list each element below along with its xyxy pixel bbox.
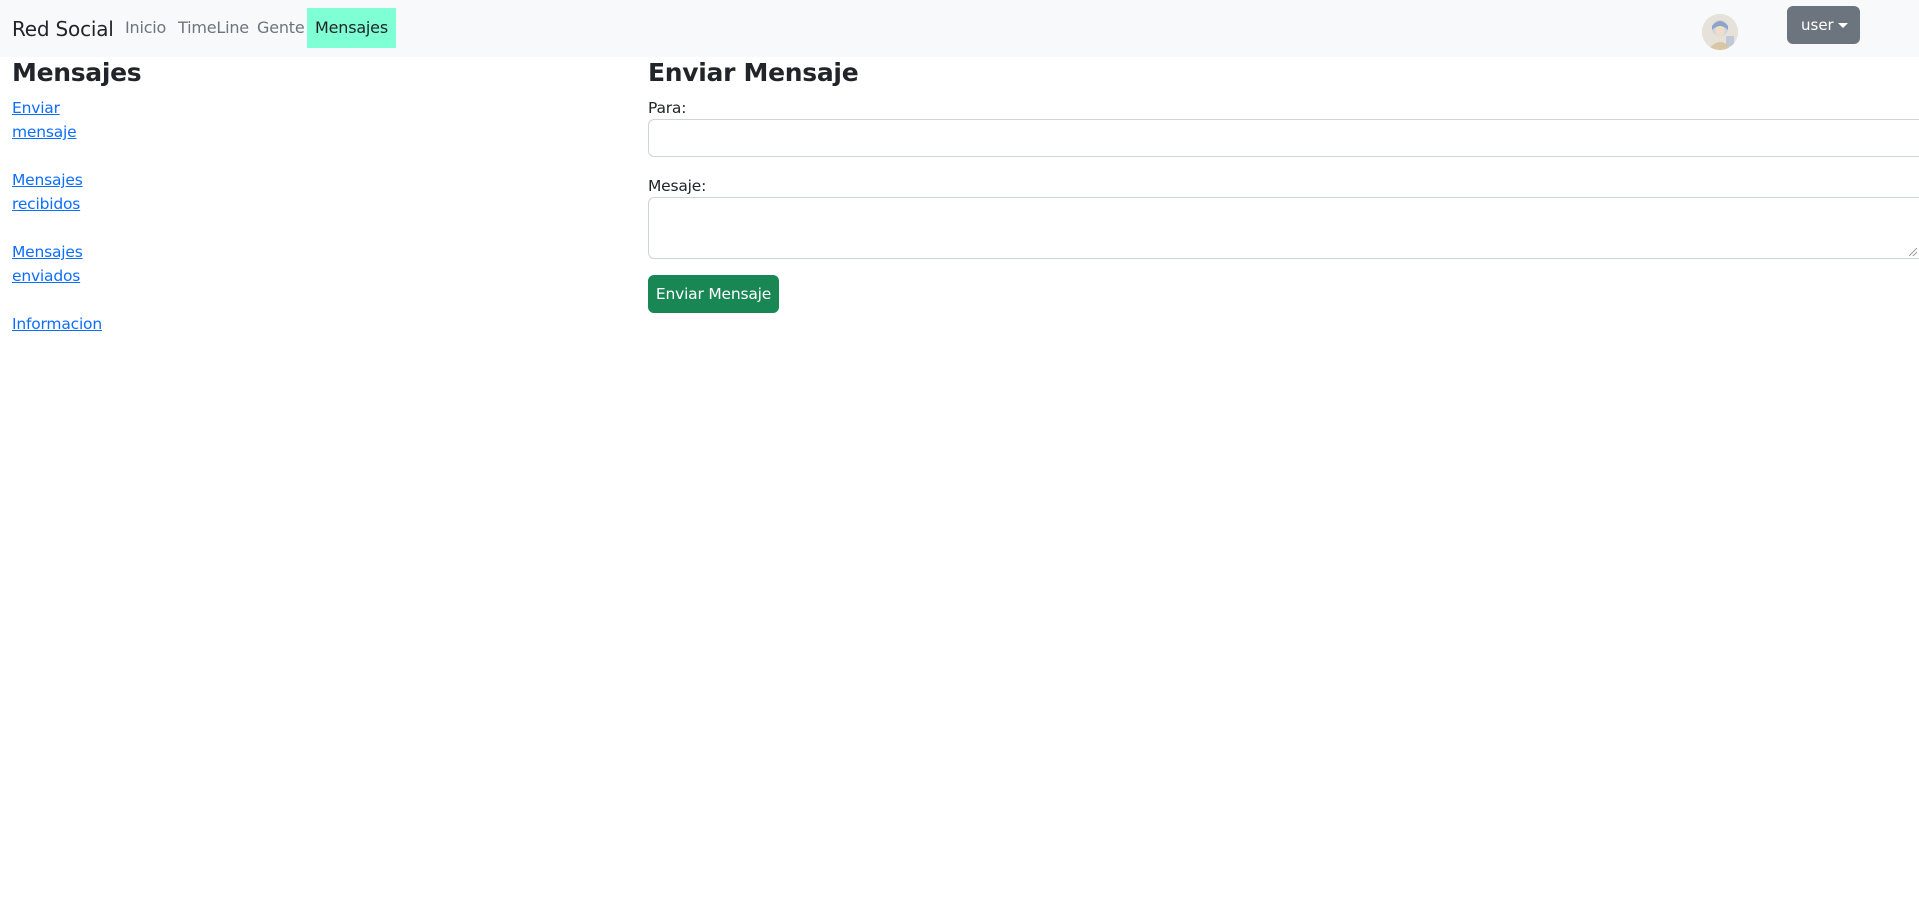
user-dropdown-button[interactable]: user: [1787, 6, 1860, 44]
user-dropdown-label: user: [1801, 16, 1834, 34]
avatar-icon[interactable]: [1702, 14, 1738, 50]
avatar-image: [1702, 14, 1738, 50]
sidebar-title: Mensajes: [12, 58, 142, 87]
top-navbar: Red Social Inicio TimeLine Gente Mensaje…: [0, 0, 1919, 57]
sidebar-link-mensajes-recibidos[interactable]: Mensajes recibidos: [12, 168, 102, 216]
to-label: Para:: [648, 99, 687, 117]
nav-link-timeline[interactable]: TimeLine: [170, 8, 257, 48]
nav-link-gente[interactable]: Gente: [249, 8, 313, 48]
brand-link[interactable]: Red Social: [12, 16, 114, 42]
sidebar-link-enviar-mensaje[interactable]: Enviar mensaje: [12, 96, 102, 144]
message-textarea[interactable]: [648, 197, 1919, 259]
sidebar-link-mensajes-enviados[interactable]: Mensajes enviados: [12, 240, 102, 288]
message-label: Mesaje:: [648, 177, 707, 195]
resize-grip-icon[interactable]: [1909, 248, 1917, 256]
caret-down-icon: [1838, 23, 1848, 28]
sidebar-link-informacion[interactable]: Informacion: [12, 312, 102, 336]
send-message-button[interactable]: Enviar Mensaje: [648, 275, 779, 313]
form-title: Enviar Mensaje: [648, 58, 859, 87]
nav-link-mensajes[interactable]: Mensajes: [307, 8, 396, 48]
to-input[interactable]: [648, 119, 1919, 157]
nav-link-inicio[interactable]: Inicio: [117, 8, 174, 48]
